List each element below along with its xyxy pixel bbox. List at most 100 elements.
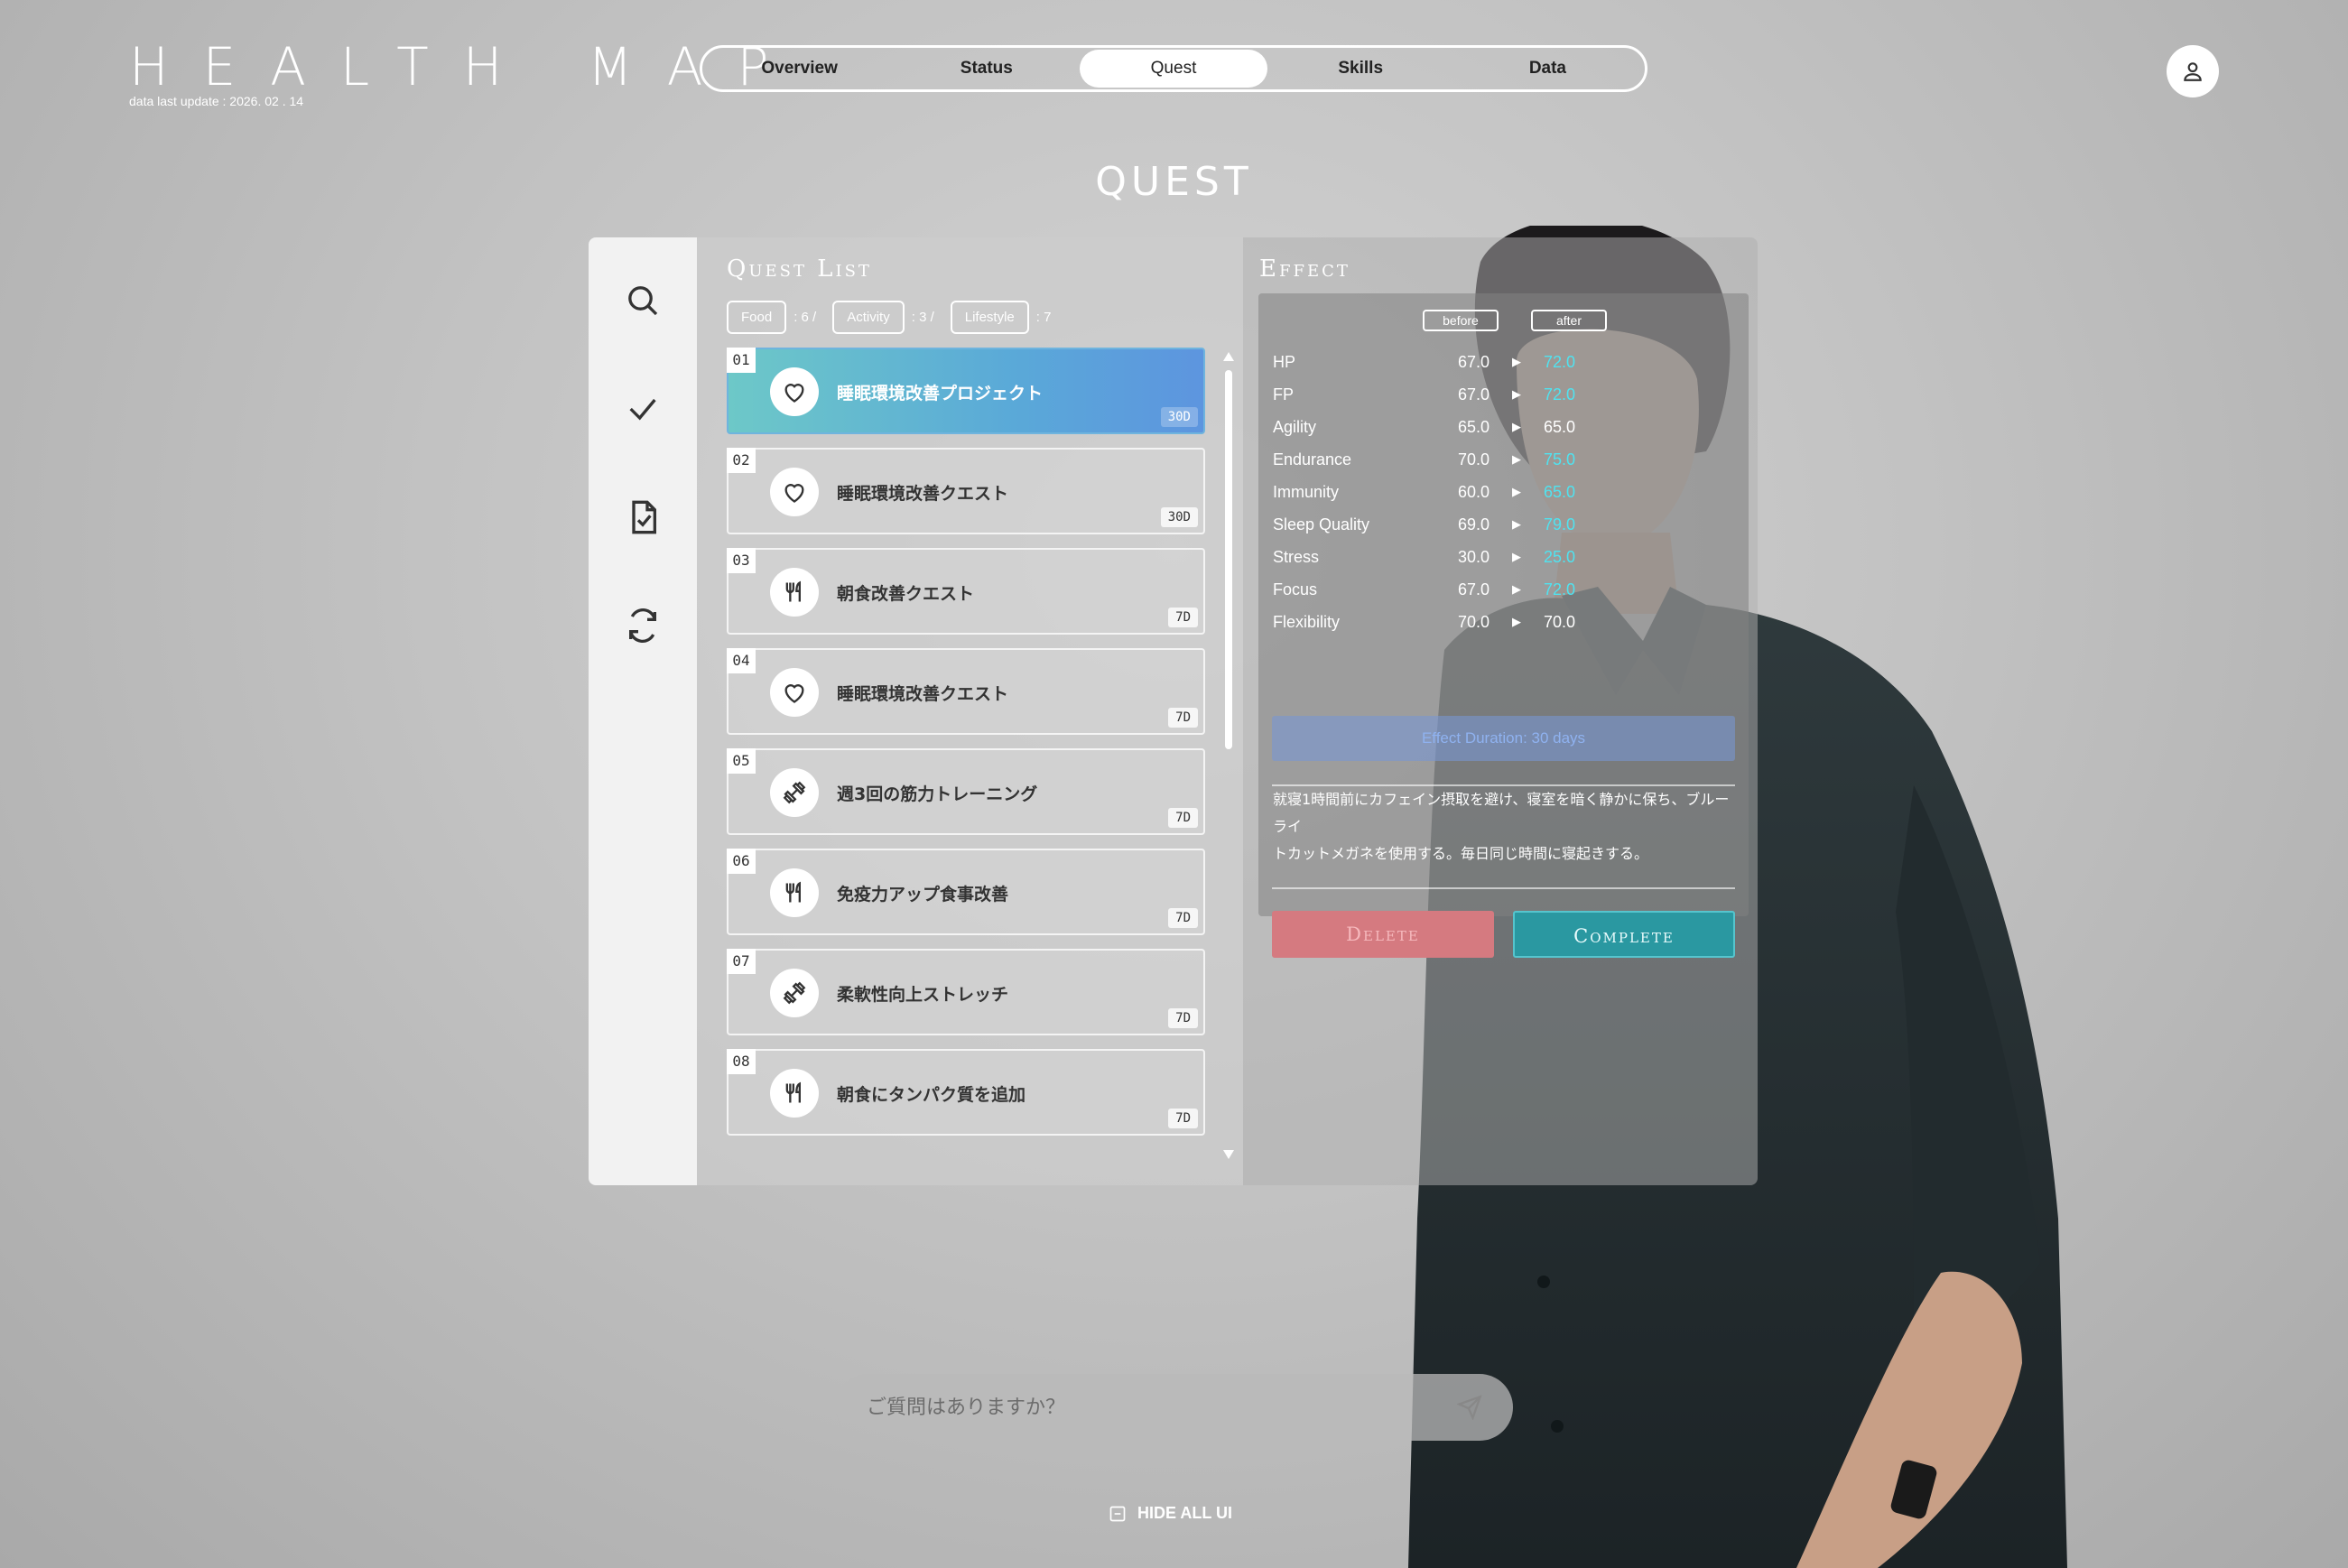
- user-button[interactable]: [2167, 45, 2219, 97]
- tab-data[interactable]: Data: [1454, 50, 1641, 88]
- document-check-button[interactable]: [616, 490, 670, 544]
- quest-number: 05: [727, 748, 756, 774]
- quest-title: 睡眠環境改善プロジェクト: [837, 384, 1044, 404]
- divider: [1272, 887, 1735, 889]
- arrow-right-icon: ▶: [1512, 485, 1521, 498]
- after-header: after: [1531, 310, 1607, 331]
- effect-duration: Effect Duration: 30 days: [1272, 716, 1735, 761]
- stat-after: 65.0: [1544, 482, 1576, 501]
- stat-row: HP 67.0 ▶ 72.0: [1273, 346, 1733, 378]
- quest-title: 睡眠環境改善クエスト: [837, 684, 1009, 704]
- fork-knife-icon: [785, 580, 801, 602]
- quest-list-scrollbar[interactable]: [1222, 350, 1235, 1161]
- filter-food[interactable]: Food: [727, 301, 787, 334]
- quest-item[interactable]: 03 朝食改善クエスト 7D: [727, 548, 1205, 635]
- quest-list: 01 睡眠環境改善プロジェクト 30D 02 睡眠環境改善クエスト 30D 03: [727, 348, 1214, 1160]
- stat-after: 72.0: [1544, 352, 1576, 371]
- stat-row: Immunity 60.0 ▶ 65.0: [1273, 476, 1733, 508]
- filter-lifestyle[interactable]: Lifestyle: [950, 301, 1029, 334]
- heart-icon: [784, 484, 804, 503]
- quest-number: 07: [727, 949, 756, 974]
- search-button[interactable]: [616, 274, 670, 328]
- arrow-right-icon: ▶: [1512, 387, 1521, 401]
- quest-number: 06: [727, 849, 756, 874]
- stat-name: Endurance: [1273, 450, 1352, 469]
- stat-name: Stress: [1273, 547, 1320, 566]
- minus-square-icon: [1109, 1506, 1126, 1521]
- quest-icon-wrap: [770, 768, 819, 817]
- stat-after: 75.0: [1544, 450, 1576, 469]
- stat-name: Immunity: [1273, 482, 1340, 501]
- stat-row: Endurance 70.0 ▶ 75.0: [1273, 443, 1733, 476]
- quest-item[interactable]: 06 免疫力アップ食事改善 7D: [727, 849, 1205, 935]
- delete-button[interactable]: Delete: [1272, 911, 1494, 958]
- stat-row: Sleep Quality 69.0 ▶ 79.0: [1273, 508, 1733, 541]
- stat-before: 67.0: [1457, 352, 1490, 371]
- filter-activity[interactable]: Activity: [832, 301, 905, 334]
- quest-item[interactable]: 02 睡眠環境改善クエスト 30D: [727, 448, 1205, 534]
- stat-before: 30.0: [1457, 547, 1490, 566]
- quest-title: 免疫力アップ食事改善: [837, 885, 1009, 905]
- quest-item[interactable]: 08 朝食にタンパク質を追加 7D: [727, 1049, 1205, 1136]
- stat-name: Agility: [1273, 417, 1317, 436]
- check-button[interactable]: [616, 382, 670, 436]
- fork-knife-icon: [785, 881, 801, 903]
- chat-input[interactable]: [867, 1396, 1457, 1419]
- quest-title: 週3回の筋力トレーニング: [837, 784, 1038, 804]
- quest-icon-wrap: [770, 969, 819, 1017]
- stat-name: FP: [1273, 385, 1295, 404]
- heart-icon: [784, 684, 804, 703]
- quest-number: 08: [727, 1049, 756, 1074]
- quest-days: 7D: [1168, 1008, 1198, 1028]
- stat-after: 25.0: [1544, 547, 1576, 566]
- quest-icon-wrap: [770, 1069, 819, 1118]
- stat-before: 70.0: [1457, 450, 1490, 469]
- stat-before: 67.0: [1457, 385, 1490, 404]
- tab-skills[interactable]: Skills: [1267, 50, 1454, 88]
- filter-activity-count: : 3 /: [911, 310, 934, 325]
- stat-row: Focus 67.0 ▶ 72.0: [1273, 573, 1733, 606]
- effect-section: Effect before after HP 67.0 ▶ 72.0 FP 67…: [1243, 237, 1758, 1185]
- quest-item[interactable]: 04 睡眠環境改善クエスト 7D: [727, 648, 1205, 735]
- refresh-button[interactable]: [616, 598, 670, 653]
- quest-filters: Food : 6 / Activity : 3 / Lifestyle : 7: [727, 301, 1243, 334]
- tab-quest[interactable]: Quest: [1080, 50, 1267, 88]
- quest-item[interactable]: 05 週3回の筋力トレーニング 7D: [727, 748, 1205, 835]
- quest-title: 朝食にタンパク質を追加: [837, 1085, 1026, 1105]
- quest-days: 30D: [1160, 407, 1198, 427]
- stat-after: 70.0: [1544, 612, 1576, 631]
- page-title: QUEST: [1095, 159, 1253, 205]
- arrow-right-icon: ▶: [1512, 420, 1521, 433]
- quest-number: 02: [727, 448, 756, 473]
- arrow-right-icon: ▶: [1512, 550, 1521, 563]
- quest-days: 7D: [1168, 608, 1198, 627]
- arrow-right-icon: ▶: [1512, 582, 1521, 596]
- quest-icon-wrap: [770, 568, 819, 617]
- quest-item[interactable]: 01 睡眠環境改善プロジェクト 30D: [727, 348, 1205, 434]
- quest-days: 7D: [1168, 1109, 1198, 1128]
- tab-overview[interactable]: Overview: [706, 50, 893, 88]
- stat-before: 70.0: [1457, 612, 1490, 631]
- quest-list-title: Quest List: [727, 255, 872, 283]
- filter-food-count: : 6 /: [793, 310, 817, 325]
- hide-ui-button[interactable]: HIDE ALL UI: [1109, 1504, 1232, 1523]
- stat-before: 67.0: [1457, 580, 1490, 598]
- quest-icon-wrap: [770, 468, 819, 516]
- arrow-right-icon: ▶: [1512, 452, 1521, 466]
- effect-title: Effect: [1259, 255, 1350, 283]
- quest-days: 30D: [1160, 507, 1198, 527]
- heart-icon: [784, 384, 804, 403]
- user-icon: [2184, 62, 2202, 81]
- tab-status[interactable]: Status: [893, 50, 1080, 88]
- quest-number: 04: [727, 648, 756, 673]
- quest-days: 7D: [1168, 808, 1198, 828]
- quest-item[interactable]: 07 柔軟性向上ストレッチ 7D: [727, 949, 1205, 1035]
- dumbbell-icon: [783, 781, 806, 804]
- send-icon[interactable]: [1457, 1395, 1482, 1420]
- arrow-right-icon: ▶: [1512, 615, 1521, 628]
- stat-row: Stress 30.0 ▶ 25.0: [1273, 541, 1733, 573]
- before-header: before: [1423, 310, 1499, 331]
- complete-button[interactable]: Complete: [1513, 911, 1735, 958]
- stat-row: FP 67.0 ▶ 72.0: [1273, 378, 1733, 411]
- stat-before: 65.0: [1457, 417, 1490, 436]
